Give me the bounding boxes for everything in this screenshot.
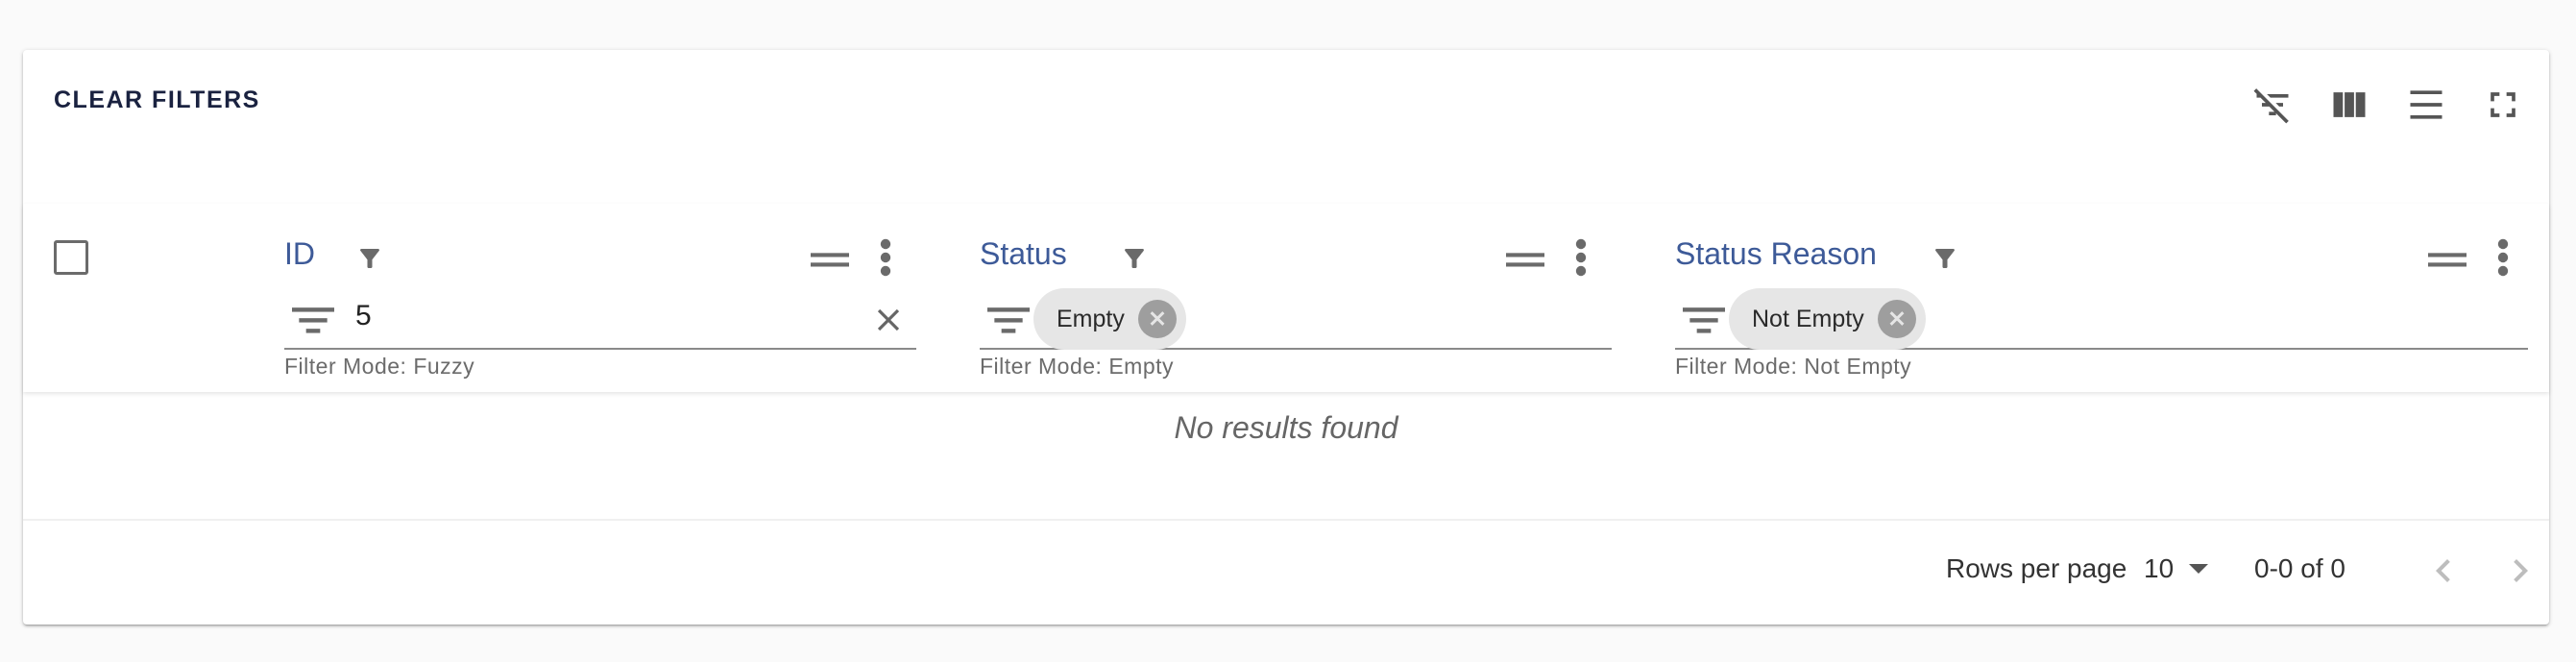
column-title[interactable]: Status Reason	[1675, 236, 1877, 272]
filter-mode-label: Filter Mode: Not Empty	[1675, 354, 1912, 379]
filter-chip[interactable]: Not Empty	[1729, 288, 1926, 350]
show-hide-columns-button[interactable]	[2322, 79, 2376, 133]
filter-icon[interactable]	[1931, 244, 1959, 273]
column-menu-icon[interactable]	[880, 238, 891, 277]
filter-mode-label: Filter Mode: Fuzzy	[284, 354, 475, 379]
data-table: CLEAR FILTERS ID 5 Filter Mode: Fuzzy St…	[23, 50, 2549, 625]
rows-per-page-select[interactable]: 10	[2144, 550, 2221, 588]
chevron-right-icon	[2514, 559, 2528, 582]
chevron-left-icon	[2436, 559, 2450, 582]
filter-off-icon	[2251, 84, 2294, 129]
column-title[interactable]: ID	[284, 236, 315, 272]
view-column-icon	[2328, 84, 2370, 129]
column-header-status: Status Empty Filter Mode: Empty	[980, 204, 1614, 392]
filter-chip[interactable]: Empty	[1033, 288, 1186, 350]
select-all-checkbox[interactable]	[54, 240, 88, 275]
column-header-status-reason: Status Reason Not Empty Filter Mode: Not…	[1675, 204, 2530, 392]
previous-page-button[interactable]	[2420, 548, 2467, 594]
filter-field-id	[284, 290, 916, 350]
chip-delete-icon[interactable]	[1137, 300, 1177, 338]
filter-field-status-reason: Not Empty	[1675, 288, 2528, 350]
table-header-row: ID Filter Mode: Fuzzy	[23, 204, 2549, 392]
column-menu-icon[interactable]	[1575, 238, 1587, 277]
clear-filter-icon[interactable]	[870, 302, 907, 338]
filter-list-icon	[1683, 304, 1725, 336]
drag-handle-icon[interactable]	[811, 246, 849, 273]
footer-divider	[23, 519, 2549, 521]
column-title[interactable]: Status	[980, 236, 1067, 272]
chip-label: Empty	[1057, 305, 1125, 332]
rows-per-page-label: Rows per page	[1946, 553, 2127, 583]
filter-icon[interactable]	[1120, 244, 1149, 273]
chip-label: Not Empty	[1752, 305, 1864, 332]
column-menu-icon[interactable]	[2497, 238, 2509, 277]
filter-list-icon	[292, 304, 334, 336]
filter-input-id[interactable]	[355, 300, 740, 332]
toggle-fullscreen-button[interactable]	[2476, 79, 2530, 133]
filter-field-status: Empty	[980, 288, 1612, 350]
drag-handle-icon[interactable]	[2428, 246, 2467, 273]
empty-results-message: No results found	[1174, 410, 1398, 445]
filter-icon[interactable]	[355, 244, 384, 273]
fullscreen-icon	[2482, 84, 2524, 129]
rows-per-page-value: 10	[2144, 553, 2175, 583]
toggle-density-button[interactable]	[2399, 79, 2453, 133]
filter-list-icon	[987, 304, 1030, 336]
filter-mode-label: Filter Mode: Empty	[980, 354, 1174, 379]
pagination-range: 0-0 of 0	[2254, 553, 2345, 583]
caret-down-icon	[2189, 564, 2209, 574]
drag-handle-icon[interactable]	[1506, 246, 1544, 273]
clear-filters-button[interactable]: CLEAR FILTERS	[54, 86, 260, 114]
toggle-filters-button[interactable]	[2246, 79, 2299, 133]
density-icon	[2405, 84, 2447, 129]
next-page-button[interactable]	[2497, 548, 2543, 594]
column-header-id: ID Filter Mode: Fuzzy	[284, 204, 918, 392]
chip-delete-icon[interactable]	[1877, 300, 1916, 338]
